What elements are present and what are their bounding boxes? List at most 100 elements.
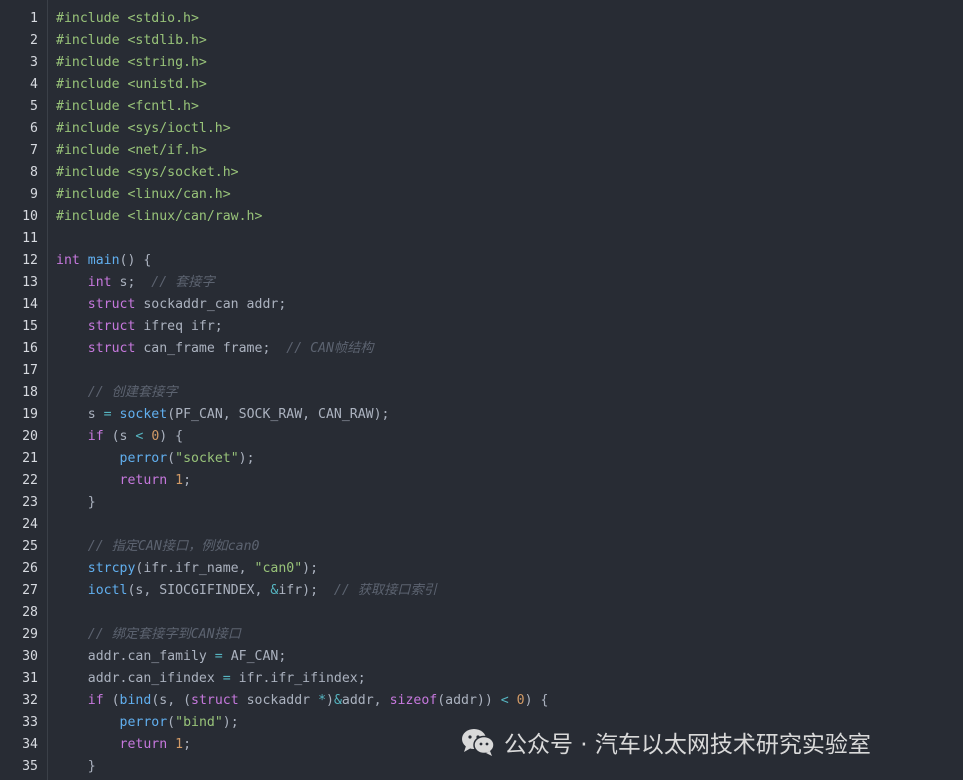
code-token: 1 [175, 473, 184, 488]
line-number: 4 [30, 77, 38, 92]
code-line[interactable]: 18 // 创建套接字 [0, 382, 963, 404]
code-token: perror [119, 451, 168, 466]
code-text: struct can_frame frame; // CAN帧结构 [56, 338, 374, 360]
code-line[interactable]: 15 struct ifreq ifr; [0, 316, 963, 338]
code-line[interactable]: 13 int s; // 套接字 [0, 272, 963, 294]
code-line[interactable]: 2 #include <stdlib.h> [0, 30, 963, 52]
code-line[interactable]: 4 #include <unistd.h> [0, 74, 963, 96]
code-token: #include [56, 187, 128, 202]
code-line[interactable]: 8 #include <sys/socket.h> [0, 162, 963, 184]
code-text: #include <linux/can/raw.h> [56, 206, 262, 228]
code-line[interactable]: 7 #include <net/if.h> [0, 140, 963, 162]
line-number: 28 [22, 605, 38, 620]
code-token: addr.can_ifindex [56, 671, 223, 686]
code-token: sizeof [389, 693, 438, 708]
code-line[interactable]: 24 [0, 514, 963, 536]
code-text: #include <sys/ioctl.h> [56, 118, 231, 140]
code-text: #include <stdio.h> [56, 8, 199, 30]
code-text: addr.can_family = AF_CAN; [56, 646, 287, 668]
code-line[interactable]: 9 #include <linux/can.h> [0, 184, 963, 206]
code-token: #include [56, 77, 128, 92]
code-text: perror("bind"); [56, 712, 239, 734]
code-token: = [214, 649, 223, 664]
code-line[interactable]: 26 strcpy(ifr.ifr_name, "can0"); [0, 558, 963, 580]
code-line[interactable]: 31 addr.can_ifindex = ifr.ifr_ifindex; [0, 668, 963, 690]
code-line[interactable]: 16 struct can_frame frame; // CAN帧结构 [0, 338, 963, 360]
line-number: 2 [30, 33, 38, 48]
code-token: int [87, 275, 112, 290]
code-line[interactable]: 30 addr.can_family = AF_CAN; [0, 646, 963, 668]
code-line[interactable]: 3 #include <string.h> [0, 52, 963, 74]
code-token: struct [87, 319, 136, 334]
code-text: struct ifreq ifr; [56, 316, 223, 338]
code-token: #include [56, 33, 128, 48]
code-line[interactable]: 22 return 1; [0, 470, 963, 492]
code-text: // 创建套接字 [56, 382, 178, 404]
code-token: ifreq ifr; [135, 319, 223, 334]
code-line[interactable]: 25 // 指定CAN接口，例如can0 [0, 536, 963, 558]
code-token: strcpy [87, 561, 136, 576]
line-number: 7 [30, 143, 38, 158]
code-token: ) [326, 693, 334, 708]
line-number: 35 [22, 759, 38, 774]
code-token: ioctl [87, 583, 128, 598]
code-line[interactable]: 14 struct sockaddr_can addr; [0, 294, 963, 316]
line-number: 32 [22, 693, 38, 708]
code-token: addr.can_family [56, 649, 215, 664]
code-token: <unistd.h> [127, 77, 207, 92]
line-number: 34 [22, 737, 38, 752]
line-number: 27 [22, 583, 38, 598]
code-line[interactable]: 19 s = socket(PF_CAN, SOCK_RAW, CAN_RAW)… [0, 404, 963, 426]
code-line[interactable]: 17 [0, 360, 963, 382]
code-line[interactable]: 20 if (s < 0) { [0, 426, 963, 448]
code-line[interactable]: 6 #include <sys/ioctl.h> [0, 118, 963, 140]
code-token: ); [302, 561, 319, 576]
code-line[interactable]: 11 [0, 228, 963, 250]
code-token: // 绑定套接字到CAN接口 [87, 627, 241, 642]
code-token: (PF_CAN, SOCK_RAW, CAN_RAW); [167, 407, 390, 422]
code-line[interactable]: 28 [0, 602, 963, 624]
code-line[interactable]: 21 perror("socket"); [0, 448, 963, 470]
code-token: AF_CAN; [222, 649, 287, 664]
code-line[interactable]: 10 #include <linux/can/raw.h> [0, 206, 963, 228]
code-token: (s, ( [151, 693, 192, 708]
code-line[interactable]: 32 if (bind(s, (struct sockaddr *)&addr,… [0, 690, 963, 712]
code-text: strcpy(ifr.ifr_name, "can0"); [56, 558, 318, 580]
watermark: 公众号 · 汽车以太网技术研究实验室 [460, 726, 871, 758]
code-line[interactable]: 35 } [0, 756, 963, 778]
code-token: #include [56, 121, 128, 136]
code-token: #include [56, 143, 128, 158]
code-token: <linux/can/raw.h> [127, 209, 263, 224]
code-token: bind [119, 693, 152, 708]
code-text: #include <net/if.h> [56, 140, 207, 162]
code-token: ifr.ifr_ifindex; [230, 671, 366, 686]
line-number: 33 [22, 715, 38, 730]
code-text: #include <string.h> [56, 52, 207, 74]
code-line[interactable]: 23 } [0, 492, 963, 514]
code-token: ); [222, 715, 239, 730]
code-line[interactable]: 27 ioctl(s, SIOCGIFINDEX, &ifr); // 获取接口… [0, 580, 963, 602]
code-token: s [56, 407, 104, 422]
code-token: s; [111, 275, 152, 290]
code-editor[interactable]: 1 #include <stdio.h> 2 #include <stdlib.h> 3… [0, 0, 963, 780]
code-line[interactable]: 5 #include <fcntl.h> [0, 96, 963, 118]
code-token: struct [191, 693, 239, 708]
line-number: 6 [30, 121, 38, 136]
code-line[interactable]: 29 // 绑定套接字到CAN接口 [0, 624, 963, 646]
code-token: // 套接字 [151, 275, 215, 290]
code-token: return [119, 737, 168, 752]
code-token: (addr)) [437, 693, 501, 708]
code-line[interactable]: 12 int main() { [0, 250, 963, 272]
code-text: perror("socket"); [56, 448, 255, 470]
code-token: struct [87, 341, 136, 356]
code-line[interactable]: 1 #include <stdio.h> [0, 8, 963, 30]
code-token: sockaddr_can addr; [135, 297, 287, 312]
code-token: (s, SIOCGIFINDEX, [127, 583, 271, 598]
code-token: & [333, 693, 342, 708]
line-number: 25 [22, 539, 38, 554]
